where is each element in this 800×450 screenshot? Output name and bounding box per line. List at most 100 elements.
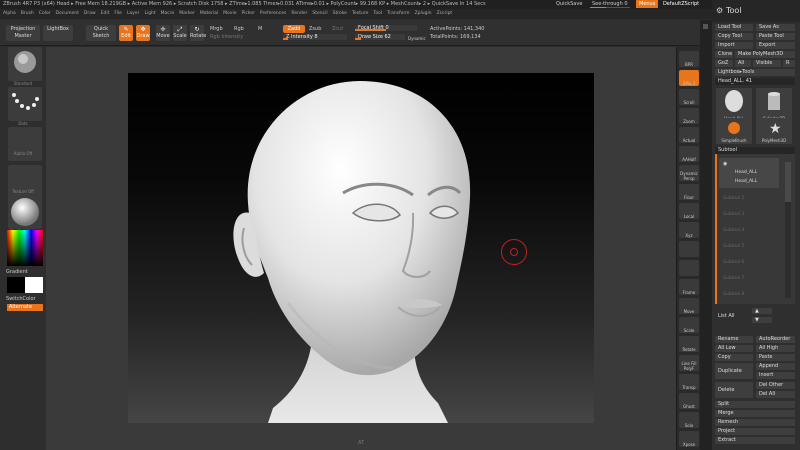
duplicate-button[interactable]: Duplicate	[715, 363, 753, 379]
copy-button[interactable]: Copy	[715, 354, 753, 361]
color-picker[interactable]	[7, 230, 43, 266]
arrow-up-button[interactable]: ▲	[752, 308, 772, 314]
menu-item[interactable]: File	[111, 9, 124, 16]
switch-color-button[interactable]: SwitchColor	[6, 296, 36, 302]
extract-button[interactable]: Extract	[715, 437, 795, 444]
tool-thumb-cylinder[interactable]: Cylinder3D	[756, 88, 792, 122]
menu-item[interactable]: Light	[141, 9, 157, 16]
rotate-button[interactable]: ↻ Rotate	[190, 25, 206, 41]
arrow-down-button[interactable]: ▼	[752, 317, 772, 323]
visible-button[interactable]: Visible	[753, 60, 781, 67]
subtool-scroll-thumb[interactable]	[785, 162, 791, 202]
tool-thumb-polymesh[interactable]: ★ PolyMesh3D	[756, 118, 792, 144]
current-tool-slider[interactable]: Head_ALL. 41	[715, 78, 795, 85]
project-button[interactable]: Project	[715, 428, 795, 435]
list-all-button[interactable]: List All	[715, 313, 743, 320]
shelf-button[interactable]: Xyz	[679, 222, 699, 238]
export-button[interactable]: Export	[756, 42, 795, 49]
main-color-swatch[interactable]	[7, 277, 25, 293]
menu-item[interactable]: Zplugin	[412, 9, 434, 16]
menu-item[interactable]: Color	[36, 9, 53, 16]
load-tool-button[interactable]: Load Tool	[715, 24, 753, 31]
shelf-button[interactable]: Actual	[679, 127, 699, 143]
shelf-button[interactable]: Line Fill PolyF	[679, 355, 699, 371]
zadd-toggle[interactable]: Zadd	[283, 25, 305, 33]
rgb-toggle[interactable]: Rgb	[234, 26, 244, 32]
shelf-button[interactable]: Ghost	[679, 393, 699, 409]
r-button[interactable]: R	[783, 60, 795, 67]
menu-item[interactable]: Material	[197, 9, 220, 16]
rgb-intensity-slider[interactable]: Rgb Intensity	[210, 34, 243, 40]
paste-tool-button[interactable]: Paste Tool	[756, 33, 795, 40]
tray-arrow-icon[interactable]	[703, 24, 708, 29]
brush-thumbnail[interactable]	[8, 47, 42, 81]
subtool-row[interactable]: Subtool 3	[723, 212, 744, 217]
zsub-toggle[interactable]: Zsub	[309, 26, 321, 32]
shelf-button[interactable]: Local	[679, 203, 699, 219]
merge-button[interactable]: Merge	[715, 410, 795, 417]
import-button[interactable]: Import	[715, 42, 753, 49]
menu-item[interactable]: Macro	[158, 9, 177, 16]
remesh-button[interactable]: Remesh	[715, 419, 795, 426]
shelf-button[interactable]: Solo	[679, 412, 699, 428]
shelf-button[interactable]: BPR	[679, 51, 699, 67]
menus-toggle[interactable]: Menus	[636, 0, 659, 8]
menu-item[interactable]: Brush	[18, 9, 36, 16]
menu-item[interactable]: Zscript	[434, 9, 455, 16]
subtool-row[interactable]: Subtool 7	[723, 276, 744, 281]
quicksave-button[interactable]: QuickSave	[556, 1, 582, 7]
shelf-button[interactable]: Dynamic Persp	[679, 165, 699, 181]
rename-button[interactable]: Rename	[715, 336, 753, 343]
shelf-button[interactable]: Frame	[679, 279, 699, 295]
shelf-button[interactable]: Rotate	[679, 336, 699, 352]
shelf-button[interactable]: AAHalf	[679, 146, 699, 162]
scale-button[interactable]: ⤢ Scale	[173, 25, 187, 41]
shelf-button[interactable]: SPix 3	[679, 70, 699, 86]
menu-item[interactable]: Transform	[384, 9, 411, 16]
draw-size-slider[interactable]: Draw Size 62	[355, 34, 405, 40]
material-thumbnail[interactable]	[8, 195, 42, 229]
menu-item[interactable]: Tool	[370, 9, 384, 16]
tool-thumb-head[interactable]: Head_ALL	[716, 88, 752, 122]
menu-item[interactable]: Picker	[238, 9, 256, 16]
shelf-button[interactable]: Floor	[679, 184, 699, 200]
subtool-row[interactable]: Subtool 6	[723, 260, 744, 265]
zcut-toggle[interactable]: Zcut	[332, 26, 343, 32]
menu-item[interactable]: Alpha	[0, 9, 18, 16]
secondary-color-swatch[interactable]	[25, 277, 43, 293]
menu-item[interactable]: Texture	[349, 9, 370, 16]
subtool-eye-icon[interactable]: ◉	[723, 161, 727, 167]
see-through-track[interactable]	[590, 7, 630, 8]
edit-button[interactable]: ✎ Edit	[119, 25, 133, 41]
tool-thumb-simplebrush[interactable]: SimpleBrush	[716, 118, 752, 144]
paste-button[interactable]: Paste	[756, 354, 795, 361]
subtool-row[interactable]: Subtool 8	[723, 292, 744, 297]
make-polymesh-button[interactable]: Make PolyMesh3D	[735, 51, 795, 58]
quick-sketch-button[interactable]: Quick Sketch	[86, 25, 116, 41]
split-button[interactable]: Split	[715, 401, 795, 408]
gradient-toggle[interactable]: Gradient	[6, 269, 28, 275]
shelf-button[interactable]: Transp	[679, 374, 699, 390]
subtool-header[interactable]: Subtool	[715, 147, 795, 154]
shelf-button[interactable]: Xpose	[679, 431, 699, 447]
z-intensity-slider[interactable]: Z Intensity 8	[283, 34, 347, 40]
draw-button[interactable]: ✥ Draw	[136, 25, 150, 41]
alternate-button[interactable]: Alternate	[7, 304, 43, 311]
copy-tool-button[interactable]: Copy Tool	[715, 33, 753, 40]
autoreorder-button[interactable]: AutoReorder	[756, 336, 795, 343]
gear-icon[interactable]: ⚙	[716, 6, 723, 15]
del-all-button[interactable]: Del All	[756, 391, 795, 398]
lightbox-button[interactable]: LightBox	[43, 25, 73, 41]
menu-item[interactable]: Stencil	[309, 9, 329, 16]
lightbox-tools-button[interactable]: Lightbox▸Tools	[715, 69, 795, 76]
clone-button[interactable]: Clone	[715, 51, 733, 58]
menu-item[interactable]: Document	[53, 9, 81, 16]
subtool-item-active[interactable]: ◉ Head_ALL Head_ALL	[719, 158, 779, 188]
stroke-thumbnail[interactable]	[8, 87, 42, 121]
goz-button[interactable]: GoZ	[715, 60, 733, 67]
save-as-button[interactable]: Save As	[756, 24, 795, 31]
shelf-button[interactable]: Scroll	[679, 89, 699, 105]
shelf-button[interactable]	[679, 241, 699, 257]
delete-button[interactable]: Delete	[715, 382, 753, 398]
shelf-button[interactable]: Zoom	[679, 108, 699, 124]
